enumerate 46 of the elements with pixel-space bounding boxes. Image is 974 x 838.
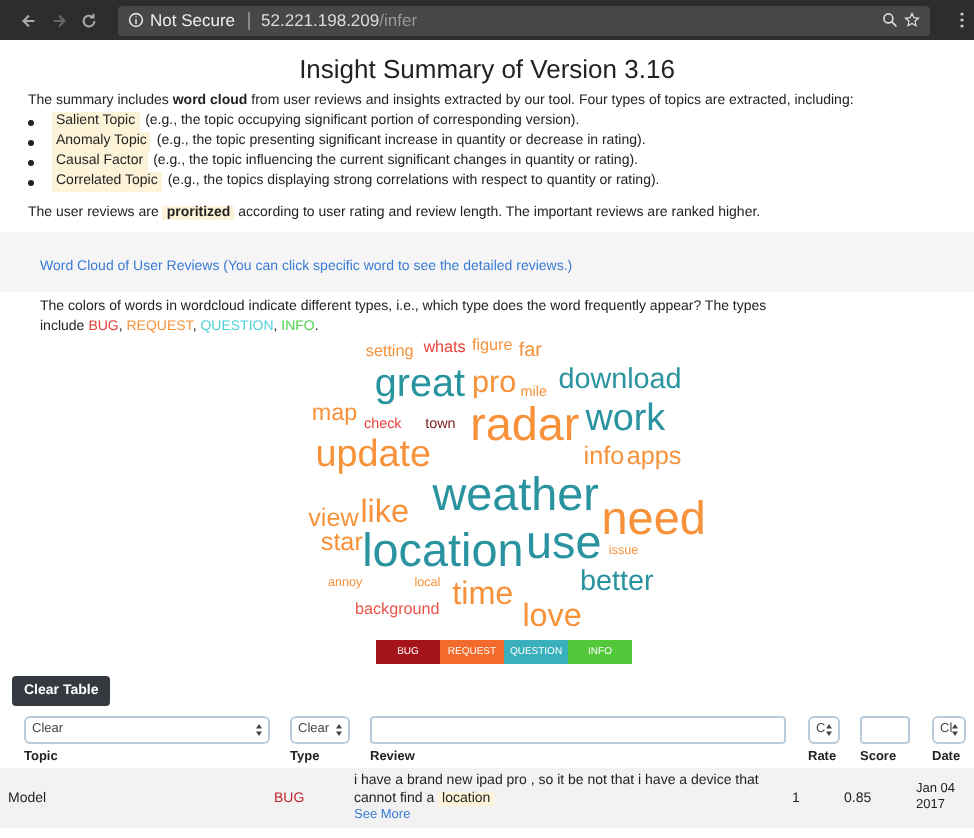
cloud-word[interactable]: need (601, 496, 706, 544)
bullet-icon (28, 139, 34, 145)
score-filter-field[interactable] (860, 715, 910, 743)
search-icon[interactable] (882, 12, 898, 28)
cloud-word[interactable]: great (374, 366, 465, 407)
address-bar[interactable]: Not Secure 52.221.198.209/infer (118, 5, 930, 35)
forward-arrow-icon[interactable] (50, 11, 68, 29)
sort-arrows-icon (826, 723, 832, 735)
info-icon (128, 12, 144, 28)
cloud-word[interactable]: setting (365, 343, 414, 360)
sort-arrows-icon (336, 723, 342, 735)
url-host: 52.221.198.209 (261, 10, 380, 30)
sort-arrows-icon (952, 723, 959, 735)
page-title: Insight Summary of Version 3.16 (297, 54, 677, 84)
cloud-word[interactable]: love (522, 600, 582, 634)
cloud-word[interactable]: map (311, 402, 358, 427)
cloud-word[interactable]: time (452, 577, 514, 610)
url-path: /infer (379, 10, 418, 30)
cloud-word[interactable]: far (518, 341, 542, 362)
cloud-word[interactable]: radar (470, 401, 580, 448)
cloud-word[interactable]: update (315, 438, 431, 477)
cloud-word[interactable]: background (355, 602, 440, 619)
cloud-word[interactable]: better (580, 568, 654, 598)
back-arrow-icon[interactable] (20, 11, 38, 29)
cloud-word[interactable]: pro (472, 368, 517, 400)
bullet-icon (28, 179, 34, 185)
bullet-icon (28, 159, 34, 165)
bullet-icon (28, 119, 34, 125)
review-search-field[interactable] (370, 715, 786, 743)
cloud-word[interactable]: like (360, 496, 409, 529)
menu-icon[interactable] (958, 10, 966, 30)
cloud-word[interactable]: weather (432, 471, 599, 518)
sort-arrows-icon (256, 723, 262, 735)
cloud-word[interactable]: use (526, 519, 602, 567)
cloud-word[interactable]: apps (626, 444, 682, 470)
cloud-word[interactable]: view (308, 505, 359, 531)
cloud-word[interactable]: figure (472, 338, 513, 355)
reload-icon[interactable] (80, 11, 98, 29)
cloud-word[interactable]: star (320, 530, 363, 556)
cloud-word[interactable]: whats (423, 339, 466, 356)
cloud-word[interactable]: work (585, 402, 666, 441)
cloud-word[interactable]: info (583, 444, 625, 470)
cloud-word[interactable]: download (558, 366, 682, 396)
cloud-word[interactable]: location (362, 528, 524, 576)
star-icon[interactable] (904, 12, 920, 28)
security-label: Not Secure (150, 10, 236, 30)
